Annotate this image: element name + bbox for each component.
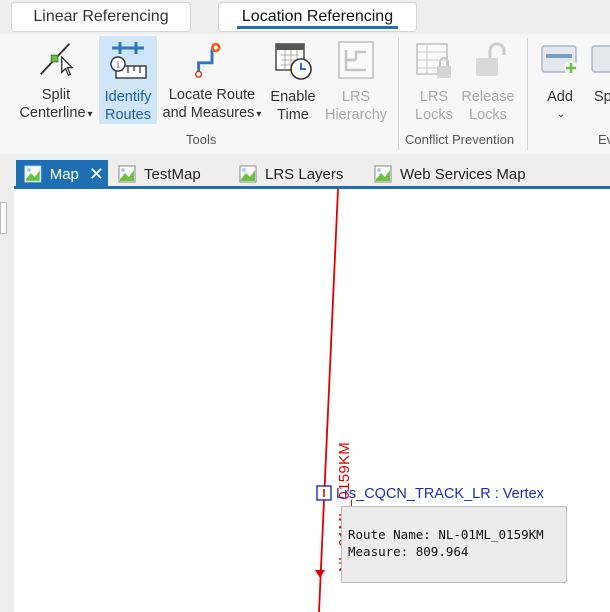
- popup-measure-label: Measure:: [348, 544, 409, 559]
- partial-button[interactable]: Sp: [588, 36, 610, 124]
- hierarchy-icon: [338, 41, 374, 79]
- partial-line1: Sp: [594, 89, 610, 105]
- split-centerline-button[interactable]: Split Centerline ▾: [14, 36, 98, 124]
- ribbon-tab-strip: Linear Referencing Location Referencing: [0, 0, 610, 34]
- chevron-down-icon: ▾: [87, 109, 93, 120]
- pane-handle[interactable]: [0, 202, 7, 234]
- add-button[interactable]: Add ⌄: [537, 36, 583, 124]
- route-direction-arrow: [315, 570, 325, 578]
- identify-routes-button[interactable]: i Identify Routes: [99, 36, 157, 124]
- identify-popup: Route Name: NL-01ML_0159KM Measure: 809.…: [341, 506, 567, 583]
- locate-route-line1: Locate Route: [168, 87, 256, 103]
- doc-tab-lrs-layers-label: LRS Layers: [265, 165, 344, 183]
- doc-tab-testmap-label: TestMap: [144, 165, 201, 183]
- split-centerline-line1: Split: [41, 87, 71, 103]
- map-icon: [24, 165, 42, 183]
- locate-route-button[interactable]: Locate Route and Measures ▾: [160, 36, 264, 124]
- group-divider: [527, 38, 528, 150]
- tab-location-referencing-label: Location Referencing: [241, 8, 394, 25]
- map-view[interactable]: NL-01ML_0159KM Lrs_CQCN_TRACK_LR : Verte…: [14, 189, 610, 612]
- group-label-partial: Ev: [598, 132, 610, 147]
- lock-list-icon: [416, 43, 451, 78]
- popup-route-name-value: NL-01ML_0159KM: [438, 527, 544, 542]
- add-icon: [541, 45, 578, 75]
- doc-tab-lrs-layers[interactable]: LRS Layers: [239, 160, 343, 188]
- lrs-locks-line1: LRS: [419, 89, 449, 105]
- map-icon: [374, 165, 392, 183]
- locate-route-line2: and Measures ▾: [162, 105, 262, 121]
- popup-route-name-label: Route Name:: [348, 527, 431, 542]
- map-icon: [239, 165, 257, 183]
- lrs-hierarchy-line1: LRS: [341, 89, 371, 105]
- vertex-label: Lrs_CQCN_TRACK_LR : Vertex: [336, 486, 544, 502]
- doc-tab-map-label: Map: [49, 165, 79, 183]
- map-icon: [118, 165, 136, 183]
- group-label-tools: Tools: [186, 132, 217, 147]
- split-centerline-line2: Centerline ▾: [19, 105, 93, 121]
- ribbon: Split Centerline ▾ i Identify Routes Loca…: [0, 34, 610, 155]
- doc-tab-map[interactable]: Map ✕: [16, 160, 108, 188]
- enable-time-line2: Time: [277, 107, 309, 123]
- add-line1: Add: [547, 89, 573, 105]
- chevron-down-icon: ▾: [256, 109, 262, 120]
- active-tab-underline: [237, 26, 398, 29]
- tab-location-referencing[interactable]: Location Referencing: [218, 2, 417, 32]
- group-divider: [398, 38, 399, 150]
- doc-tab-web-services-map-label: Web Services Map: [400, 165, 526, 183]
- popup-measure-row: Measure: 809.964: [348, 543, 566, 560]
- release-locks-line1: Release: [461, 89, 515, 105]
- doc-tab-web-services-map[interactable]: Web Services Map: [374, 160, 526, 188]
- unlock-icon: [476, 42, 506, 76]
- left-pane-strip: [0, 154, 15, 612]
- identify-routes-line2: Routes: [105, 107, 151, 123]
- identify-routes-line1: Identify: [104, 89, 152, 105]
- popup-route-name-row: Route Name: NL-01ML_0159KM: [348, 526, 566, 543]
- partial-icon: [591, 45, 610, 73]
- release-locks-button[interactable]: Release Locks: [458, 36, 518, 124]
- lrs-hierarchy-line2: Hierarchy: [324, 107, 388, 123]
- release-locks-line2: Locks: [469, 107, 507, 123]
- close-icon[interactable]: ✕: [89, 165, 104, 183]
- document-tab-strip: Map ✕ TestMap LRS Layers Web Services Ma…: [14, 154, 610, 188]
- popup-measure-value: 809.964: [415, 544, 469, 559]
- lrs-locks-line2: Locks: [415, 107, 453, 123]
- split-centerline-icon: [40, 43, 74, 77]
- locate-route-icon: [195, 42, 221, 78]
- chevron-down-icon: ⌄: [556, 109, 566, 120]
- group-label-conflict-prevention: Conflict Prevention: [405, 132, 515, 147]
- enable-time-line1: Enable: [270, 89, 316, 105]
- enable-time-button[interactable]: Enable Time: [265, 36, 321, 124]
- lrs-hierarchy-button[interactable]: LRS Hierarchy: [322, 36, 390, 124]
- doc-tab-testmap[interactable]: TestMap: [118, 160, 201, 188]
- tab-linear-referencing[interactable]: Linear Referencing: [11, 2, 191, 32]
- svg-text:i: i: [116, 60, 119, 71]
- identify-routes-icon: i: [110, 42, 147, 79]
- lrs-locks-button[interactable]: LRS Locks: [406, 36, 462, 124]
- calendar-clock-icon: [275, 43, 312, 80]
